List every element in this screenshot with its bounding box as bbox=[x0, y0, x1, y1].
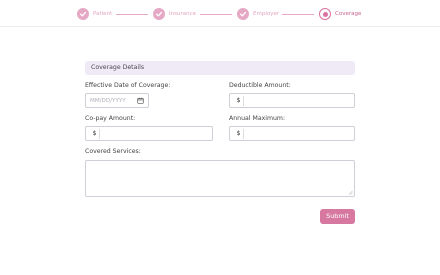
effective-date-label: Effective Date of Coverage: bbox=[85, 82, 171, 89]
progress-stepper: Patient Insurance Employer Coverage bbox=[0, 0, 440, 27]
covered-services-textarea[interactable] bbox=[85, 160, 355, 197]
date-placeholder: MM/DD/YYYY bbox=[90, 98, 126, 104]
calendar-icon[interactable] bbox=[137, 97, 144, 104]
submit-button[interactable]: Submit bbox=[320, 209, 355, 224]
step-connector bbox=[116, 13, 148, 15]
deductible-label: Deductible Amount: bbox=[229, 82, 291, 89]
step-label: Employer bbox=[253, 11, 280, 17]
step-label: Coverage bbox=[335, 11, 362, 17]
resize-handle-icon[interactable] bbox=[348, 190, 353, 195]
check-icon bbox=[237, 8, 249, 20]
annual-max-input[interactable]: $ bbox=[229, 126, 355, 141]
copay-label: Co-pay Amount: bbox=[85, 115, 136, 122]
step-label: Patient bbox=[93, 11, 113, 17]
currency-prefix: $ bbox=[90, 129, 100, 139]
deductible-input[interactable]: $ bbox=[229, 93, 355, 108]
check-icon bbox=[153, 8, 165, 20]
step-label: Insurance bbox=[169, 11, 196, 17]
step-employer[interactable]: Employer bbox=[237, 8, 279, 20]
step-connector bbox=[200, 13, 232, 15]
section-title: Coverage Details bbox=[91, 64, 145, 71]
covered-services-label: Covered Services: bbox=[85, 148, 141, 155]
step-patient[interactable]: Patient bbox=[77, 8, 112, 20]
step-coverage[interactable]: Coverage bbox=[319, 8, 361, 20]
step-connector bbox=[282, 13, 314, 15]
currency-prefix: $ bbox=[234, 129, 244, 139]
effective-date-input[interactable]: MM/DD/YYYY bbox=[85, 93, 149, 108]
step-insurance[interactable]: Insurance bbox=[153, 8, 196, 20]
section-header: Coverage Details bbox=[85, 61, 355, 75]
currency-prefix: $ bbox=[234, 96, 244, 106]
annual-max-label: Annual Maximum: bbox=[229, 115, 286, 122]
active-step-icon bbox=[319, 8, 331, 20]
check-icon bbox=[77, 8, 89, 20]
copay-input[interactable]: $ bbox=[85, 126, 213, 141]
